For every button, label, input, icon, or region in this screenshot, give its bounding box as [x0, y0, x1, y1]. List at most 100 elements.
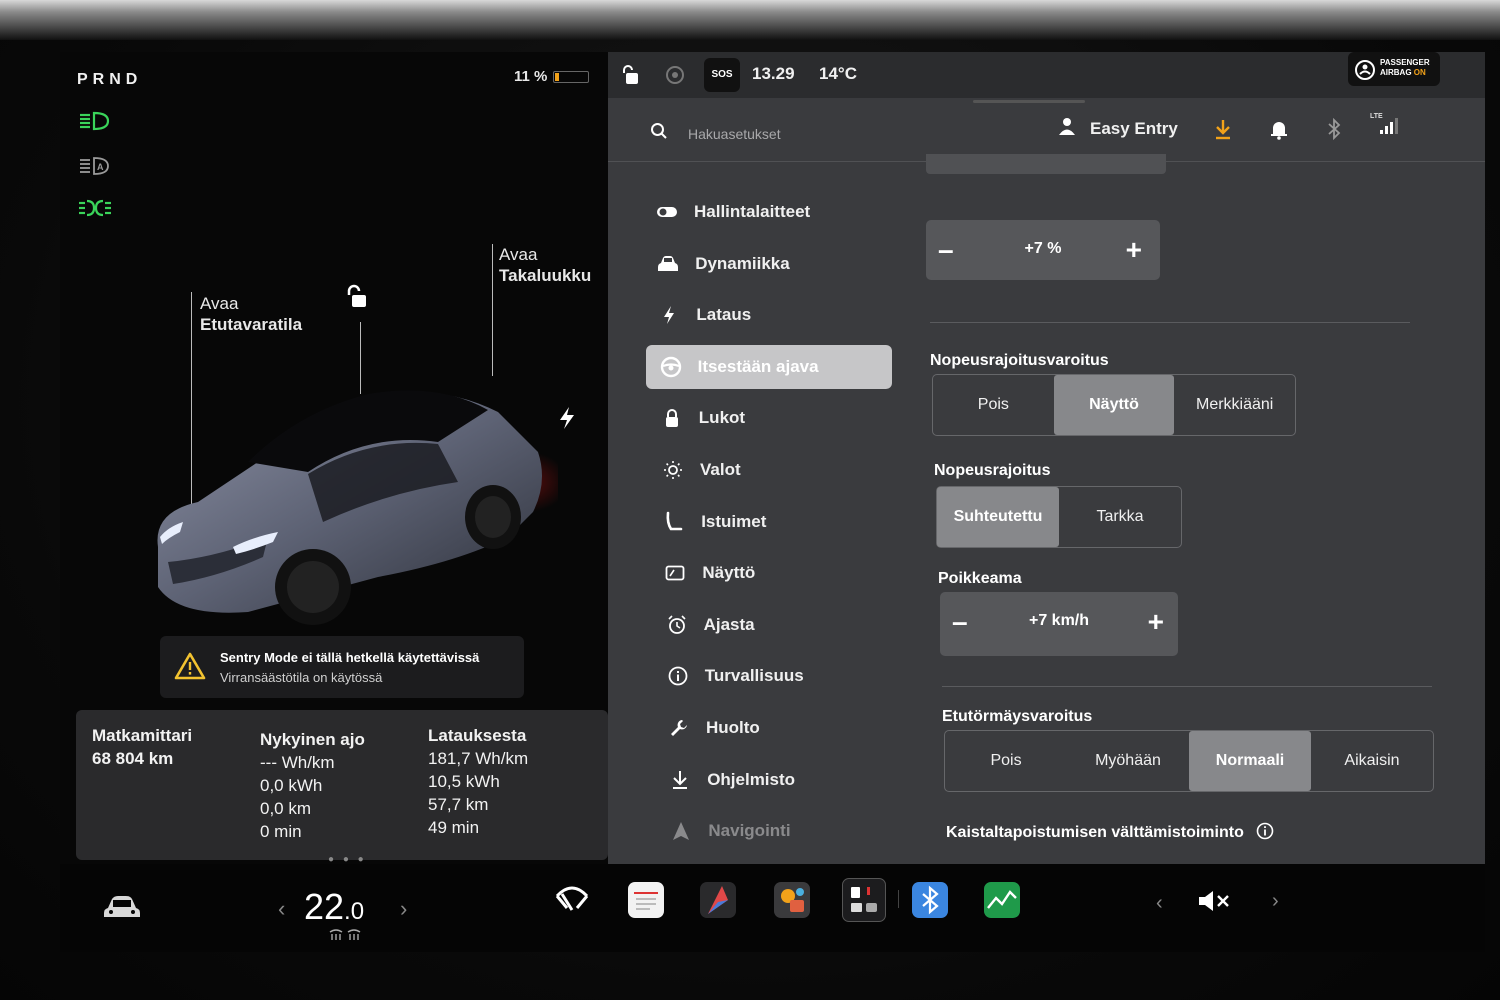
option-aikaisin[interactable]: Aikaisin — [1311, 731, 1433, 791]
forward-collision-title: Etutörmäysvaroitus — [942, 708, 1093, 725]
airbag-label: PASSENGER — [1380, 58, 1430, 67]
trip-meter-card[interactable]: Matkamittari 68 804 km Nykyinen ajo --- … — [76, 710, 608, 860]
sentry-subtitle: Virransäästötila on käytössä — [220, 670, 383, 685]
option-pois-fcw[interactable]: Pois — [945, 731, 1067, 791]
sidebar-item-toggle[interactable]: Hallintalaitteet — [642, 190, 892, 234]
sidebar-item-info-circle[interactable]: Turvallisuus — [653, 654, 892, 698]
since-charge-energy: 10,5 kWh — [428, 772, 500, 791]
cabin-temperature[interactable]: 22.0 — [304, 886, 364, 928]
settings-search[interactable]: Hakuasetukset — [650, 122, 781, 145]
airbag-state: ON — [1413, 68, 1426, 77]
car-3d-image — [157, 390, 558, 625]
toggle-icon — [656, 201, 678, 223]
volume-up-arrow[interactable]: › — [1272, 890, 1279, 913]
lock-status-icon[interactable] — [620, 64, 640, 91]
sentry-mode-notice: Sentry Mode ei tällä hetkellä käytettävi… — [160, 636, 524, 698]
volume-down-arrow[interactable]: ‹ — [1156, 892, 1163, 915]
sidebar-item-download[interactable]: Ohjelmisto — [655, 758, 892, 802]
panel-drag-handle[interactable] — [973, 100, 1085, 103]
sidebar-item-bolt[interactable]: Lataus — [644, 293, 892, 337]
option-myohaan[interactable]: Myöhään — [1067, 731, 1189, 791]
software-update-icon[interactable] — [1214, 118, 1232, 145]
sidebar-item-label: Navigointi — [708, 821, 791, 841]
option-tarkka[interactable]: Tarkka — [1059, 487, 1181, 547]
seat-heater-icons[interactable] — [328, 928, 362, 947]
speed-limit-selector: Suhteutettu Tarkka — [936, 486, 1182, 548]
search-icon — [650, 122, 668, 145]
offset-percent-stepper: – +7 % + — [926, 220, 1160, 280]
sidebar-item-seat[interactable]: Istuimet — [649, 500, 892, 544]
taskbar-divider — [898, 890, 899, 908]
sidebar-item-display[interactable]: Näyttö — [650, 551, 892, 595]
temp-up-arrow[interactable]: › — [400, 896, 407, 922]
temp-down-arrow[interactable]: ‹ — [278, 896, 285, 922]
svg-text:A: A — [97, 162, 104, 172]
sidebar-item-wrench[interactable]: Huolto — [654, 706, 892, 750]
since-charge-distance: 57,7 km — [428, 795, 489, 814]
charge-port-bolt-icon[interactable] — [558, 406, 576, 435]
calendar-app-icon[interactable] — [628, 882, 664, 918]
option-suhteutettu[interactable]: Suhteutettu — [937, 487, 1059, 547]
current-trip-efficiency: --- Wh/km — [260, 753, 335, 772]
sidebar-item-sun[interactable]: Valot — [648, 448, 892, 492]
airbag-label-2: AIRBAG — [1380, 68, 1412, 77]
info-icon[interactable] — [1256, 822, 1274, 845]
increase-percent-button[interactable]: + — [1126, 234, 1142, 266]
frunk-callout[interactable]: Avaa Etutavaratila — [200, 293, 302, 335]
driver-profile-button[interactable]: Easy Entry — [1058, 116, 1178, 141]
temp-decimal: .0 — [344, 898, 365, 925]
sidebar-item-lock[interactable]: Lukot — [647, 396, 892, 440]
bottom-taskbar: ‹ 22.0 › ‹ › — [60, 864, 1485, 952]
speed-limit-title: Nopeusrajoitus — [934, 462, 1051, 479]
search-placeholder: Hakuasetukset — [688, 125, 781, 142]
sidebar-item-label: Ohjelmisto — [707, 769, 796, 789]
download-icon — [669, 769, 691, 791]
notification-bell-icon[interactable] — [1270, 118, 1288, 145]
wrench-icon — [668, 717, 690, 739]
forward-collision-selector: Pois Myöhään Normaali Aikaisin — [944, 730, 1434, 792]
trunk-open-label: Avaa — [499, 245, 538, 264]
sidebar-item-label: Näyttö — [702, 563, 756, 583]
battery-fill — [555, 72, 560, 81]
car-controls-icon[interactable] — [102, 894, 142, 925]
app-launcher-icon[interactable] — [842, 878, 886, 922]
sidebar-item-steering-wheel[interactable]: Itsestään ajava — [645, 344, 892, 389]
sidebar-item-label: Istuimet — [701, 511, 767, 531]
bluetooth-icon[interactable] — [1326, 117, 1342, 145]
option-normaali[interactable]: Normaali — [1189, 731, 1311, 791]
sos-button[interactable]: SOS — [704, 58, 740, 92]
increase-offset-button[interactable]: + — [1148, 606, 1164, 638]
warning-triangle-icon — [174, 652, 206, 685]
lane-departure-title: Kaistaltapoistumisen välttämistoiminto — [946, 824, 1244, 841]
auto-high-beam-icon: A — [78, 155, 112, 177]
bolt-icon — [658, 304, 680, 326]
since-charge-duration: 49 min — [428, 818, 480, 837]
current-trip-distance: 0,0 km — [260, 799, 312, 818]
parking-lights-icon — [78, 197, 112, 219]
offset-title: Poikkeama — [938, 570, 1022, 587]
touchscreen: PRND 11 % A Avaa Etutavaratila Avaa Taka… — [60, 52, 1485, 952]
sidebar-item-car-front[interactable]: Dynamiikka — [643, 242, 892, 286]
offset-kmh-value: +7 km/h — [1028, 612, 1090, 629]
speed-limit-warning-selector: Pois Näyttö Merkkiääni — [932, 374, 1296, 436]
partially-hidden-control — [926, 154, 1166, 174]
battery-bar — [553, 70, 590, 83]
outside-temperature: 14°C — [819, 64, 857, 83]
sentry-status-icon[interactable] — [664, 64, 686, 91]
unlock-icon[interactable] — [343, 284, 369, 315]
option-pois[interactable]: Pois — [933, 375, 1054, 435]
sidebar-item-alarm-clock[interactable]: Ajasta — [652, 603, 892, 647]
navigation-app-icon[interactable] — [700, 882, 736, 918]
volume-muted-icon[interactable] — [1196, 888, 1232, 919]
sidebar-item-navigation[interactable]: Navigointi — [656, 809, 892, 853]
trunk-callout[interactable]: Avaa Takaluukku — [499, 244, 591, 286]
option-merkkiaani[interactable]: Merkkiääni — [1174, 375, 1295, 435]
sidebar-item-label: Lataus — [696, 305, 752, 325]
current-trip-title: Nykyinen ajo — [260, 730, 365, 749]
option-naytto[interactable]: Näyttö — [1053, 375, 1175, 435]
energy-app-icon[interactable] — [984, 882, 1020, 918]
wiper-icon[interactable] — [554, 884, 590, 919]
status-bar: SOS 13.29 14°C PASSENGER AIRBAG ON — [608, 52, 1485, 98]
bluetooth-app-icon[interactable] — [912, 882, 948, 918]
toybox-app-icon[interactable] — [774, 882, 810, 918]
